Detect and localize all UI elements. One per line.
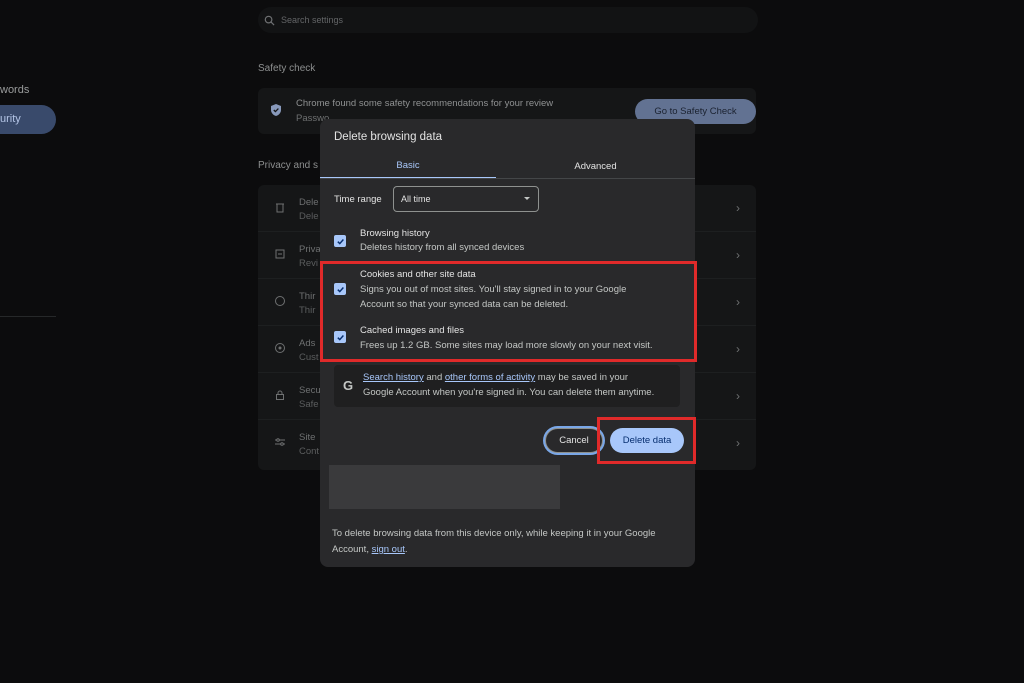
ads-icon bbox=[275, 343, 285, 353]
chevron-right-icon: › bbox=[736, 389, 740, 403]
footer-suffix: . bbox=[404, 544, 408, 555]
chevron-right-icon: › bbox=[736, 436, 740, 450]
row-title: Dele bbox=[299, 197, 319, 208]
cancel-button[interactable]: Cancel bbox=[545, 428, 603, 453]
shield-icon bbox=[271, 104, 281, 116]
sliders-icon bbox=[275, 438, 285, 446]
safety-message: Chrome found some safety recommendations… bbox=[296, 98, 554, 109]
dropdown-arrow-icon bbox=[524, 197, 530, 200]
tab-divider bbox=[320, 178, 695, 179]
chevron-right-icon: › bbox=[736, 295, 740, 309]
sidebar-item-privacy-security[interactable]: urity bbox=[0, 105, 56, 134]
footer-line1: To delete browsing data from this device… bbox=[332, 528, 656, 539]
row-desc: Revi bbox=[299, 258, 319, 269]
lock-icon bbox=[276, 390, 284, 400]
search-bar[interactable]: Search settings bbox=[258, 7, 758, 33]
google-note-line2: Google Account when you're signed in. Yo… bbox=[363, 387, 655, 398]
browsing-history-desc: Deletes history from all synced devices bbox=[360, 242, 525, 253]
safety-check-heading: Safety check bbox=[258, 63, 316, 74]
note-rest: may be saved in your bbox=[537, 372, 629, 383]
placeholder-block bbox=[329, 465, 560, 509]
row-title: Secu bbox=[299, 385, 321, 396]
row-desc: Cust bbox=[299, 352, 319, 363]
footer-prefix: Account, bbox=[332, 544, 369, 555]
sign-out-note: To delete browsing data from this device… bbox=[332, 526, 682, 558]
time-range-label: Time range bbox=[334, 194, 382, 205]
search-icon bbox=[264, 15, 275, 26]
tab-advanced[interactable]: Advanced bbox=[496, 153, 695, 179]
guide-icon bbox=[275, 249, 285, 259]
row-title: Priva bbox=[299, 244, 321, 255]
row-title: Site bbox=[299, 432, 316, 443]
cookie-icon bbox=[275, 296, 285, 306]
tab-basic[interactable]: Basic bbox=[320, 153, 496, 179]
delete-browsing-data-dialog: Delete browsing data Basic Advanced Time… bbox=[320, 119, 697, 567]
chevron-right-icon: › bbox=[736, 248, 740, 262]
privacy-heading: Privacy and s bbox=[258, 160, 319, 171]
sidebar-item-passwords[interactable]: words bbox=[0, 84, 29, 96]
highlight-box-delete bbox=[597, 417, 696, 464]
row-desc: Dele bbox=[299, 211, 319, 222]
dialog-title: Delete browsing data bbox=[334, 131, 443, 143]
chevron-right-icon: › bbox=[736, 201, 740, 215]
google-icon: G bbox=[343, 378, 354, 393]
checkmark-icon bbox=[336, 238, 344, 245]
google-note-line1: Search history and other forms of activi… bbox=[363, 372, 628, 383]
search-history-link[interactable]: Search history bbox=[363, 372, 424, 383]
row-desc: Safe bbox=[299, 399, 319, 410]
trash-icon bbox=[276, 203, 284, 213]
time-range-value: All time bbox=[401, 194, 431, 204]
time-range-select[interactable]: All time bbox=[393, 186, 539, 212]
search-input[interactable]: Search settings bbox=[281, 15, 343, 25]
row-desc: Cont bbox=[299, 446, 320, 457]
chevron-right-icon: › bbox=[736, 342, 740, 356]
browsing-history-title: Browsing history bbox=[360, 228, 430, 239]
row-title: Thir bbox=[299, 291, 316, 302]
sidebar-divider bbox=[0, 316, 56, 317]
google-account-note: G Search history and other forms of acti… bbox=[334, 365, 680, 407]
row-desc: Thir bbox=[299, 305, 316, 316]
highlight-box-options bbox=[320, 261, 697, 362]
other-activity-link[interactable]: other forms of activity bbox=[445, 372, 535, 383]
browsing-history-checkbox[interactable] bbox=[334, 235, 346, 247]
row-title: Ads bbox=[299, 338, 316, 349]
note-and: and bbox=[426, 372, 443, 383]
sign-out-link[interactable]: sign out bbox=[372, 544, 405, 555]
